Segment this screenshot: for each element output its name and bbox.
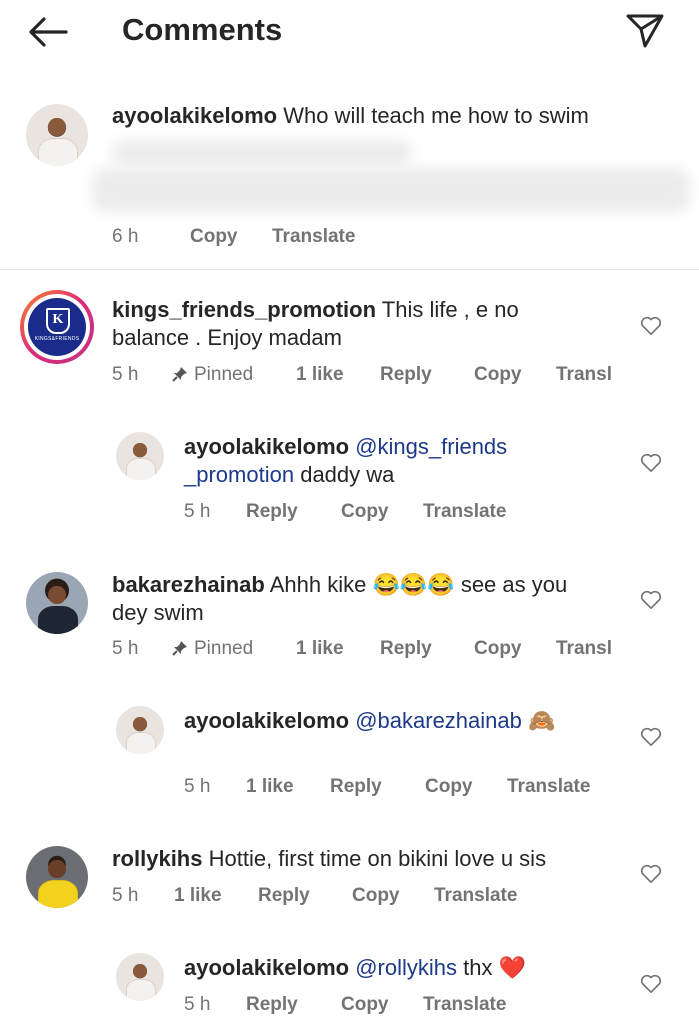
copy-button[interactable]: Copy (474, 364, 522, 386)
avatar[interactable]: K KINGS&FRIENDS (20, 290, 94, 364)
avatar[interactable] (26, 572, 88, 634)
likes-count[interactable]: 1 like (174, 885, 222, 907)
reply-button[interactable]: Reply (246, 994, 298, 1016)
comment-time: 5 h (184, 994, 211, 1015)
comment-body-line2: dey swim (112, 600, 204, 625)
heart-outline-icon[interactable] (640, 590, 662, 610)
reply-button[interactable]: Reply (330, 776, 382, 798)
comment-body: This life , e no (381, 297, 519, 322)
comment-time: 5 h (112, 885, 139, 906)
reply-button[interactable]: Reply (380, 638, 432, 660)
mention-link[interactable]: @rollykihs (355, 955, 457, 980)
heart-outline-icon[interactable] (640, 727, 662, 747)
emoji: 😂😂😂 (372, 572, 455, 597)
blurred-region (92, 168, 690, 212)
username[interactable]: bakarezhainab (112, 572, 265, 597)
heart-outline-icon[interactable] (640, 864, 662, 884)
comment-text: ayoolakikelomo @bakarezhainab 🙈 (184, 707, 555, 735)
divider (0, 269, 699, 270)
copy-button[interactable]: Copy (425, 776, 473, 798)
comment-text: ayoolakikelomo Who will teach me how to … (112, 102, 589, 130)
comment-body: Hottie, first time on bikini love u sis (208, 846, 547, 871)
avatar[interactable] (26, 104, 88, 166)
heart-emoji: ❤️ (498, 955, 527, 980)
copy-button[interactable]: Copy (474, 638, 522, 660)
direct-share-icon[interactable] (625, 12, 665, 50)
mention-link[interactable]: @bakarezhainab (355, 708, 522, 733)
blurred-region (112, 140, 412, 166)
comment-body: thx (463, 955, 493, 980)
copy-button[interactable]: Copy (341, 994, 389, 1016)
translate-button[interactable]: Translate (272, 226, 355, 248)
comment-text: bakarezhainab Ahhh kike 😂😂😂 see as you (112, 571, 567, 599)
comment-body: Who will teach me how to swim (283, 103, 589, 128)
comment-text: ayoolakikelomo @rollykihs thx ❤️ (184, 954, 526, 982)
comment-text: ayoolakikelomo @kings_friends (184, 433, 507, 461)
username[interactable]: ayoolakikelomo (184, 434, 349, 459)
heart-outline-icon[interactable] (640, 316, 662, 336)
translate-button[interactable]: Transl (556, 638, 612, 660)
mention-link[interactable]: _promotion (184, 462, 294, 487)
copy-button[interactable]: Copy (190, 226, 238, 248)
copy-button[interactable]: Copy (352, 885, 400, 907)
likes-count[interactable]: 1 like (296, 638, 344, 660)
comment-body: daddy wa (300, 462, 395, 487)
pin-icon (172, 367, 187, 382)
comment-body: Ahhh kike (269, 572, 367, 597)
emoji: 🙈 (528, 708, 556, 733)
avatar[interactable] (116, 953, 164, 1001)
kings-friends-logo: K KINGS&FRIENDS (28, 298, 86, 356)
translate-button[interactable]: Translate (423, 501, 506, 523)
likes-count[interactable]: 1 like (246, 776, 294, 798)
back-arrow-icon[interactable] (26, 15, 70, 49)
comment-body-line2: _promotion daddy wa (184, 461, 394, 489)
username[interactable]: ayoolakikelomo (112, 103, 277, 128)
likes-count[interactable]: 1 like (296, 364, 344, 386)
username[interactable]: ayoolakikelomo (184, 955, 349, 980)
reply-button[interactable]: Reply (258, 885, 310, 907)
heart-outline-icon[interactable] (640, 974, 662, 994)
username[interactable]: ayoolakikelomo (184, 708, 349, 733)
comment-body: see as you (460, 572, 568, 597)
copy-button[interactable]: Copy (341, 501, 389, 523)
comment-time: 6 h (112, 226, 139, 247)
comment-time: 5 h (184, 501, 211, 522)
page-title: Comments (122, 12, 283, 47)
avatar[interactable] (26, 846, 88, 908)
pinned-label: Pinned (172, 364, 253, 386)
heart-outline-icon[interactable] (640, 453, 662, 473)
comment-text: rollykihs Hottie, first time on bikini l… (112, 845, 546, 873)
comment-body-line2: balance . Enjoy madam (112, 325, 342, 350)
pin-icon (172, 641, 187, 656)
username[interactable]: kings_friends_promotion (112, 297, 376, 322)
comment-time: 5 h (112, 364, 139, 385)
pinned-label: Pinned (172, 638, 253, 660)
reply-button[interactable]: Reply (246, 501, 298, 523)
username[interactable]: rollykihs (112, 846, 202, 871)
avatar[interactable] (116, 706, 164, 754)
translate-button[interactable]: Translate (434, 885, 517, 907)
translate-button[interactable]: Transl (556, 364, 612, 386)
comment-time: 5 h (112, 638, 139, 659)
mention-link[interactable]: @kings_friends (355, 434, 507, 459)
translate-button[interactable]: Translate (507, 776, 590, 798)
comment-text: kings_friends_promotion This life , e no (112, 296, 519, 324)
comment-time: 5 h (184, 776, 211, 797)
avatar[interactable] (116, 432, 164, 480)
translate-button[interactable]: Translate (423, 994, 506, 1016)
reply-button[interactable]: Reply (380, 364, 432, 386)
